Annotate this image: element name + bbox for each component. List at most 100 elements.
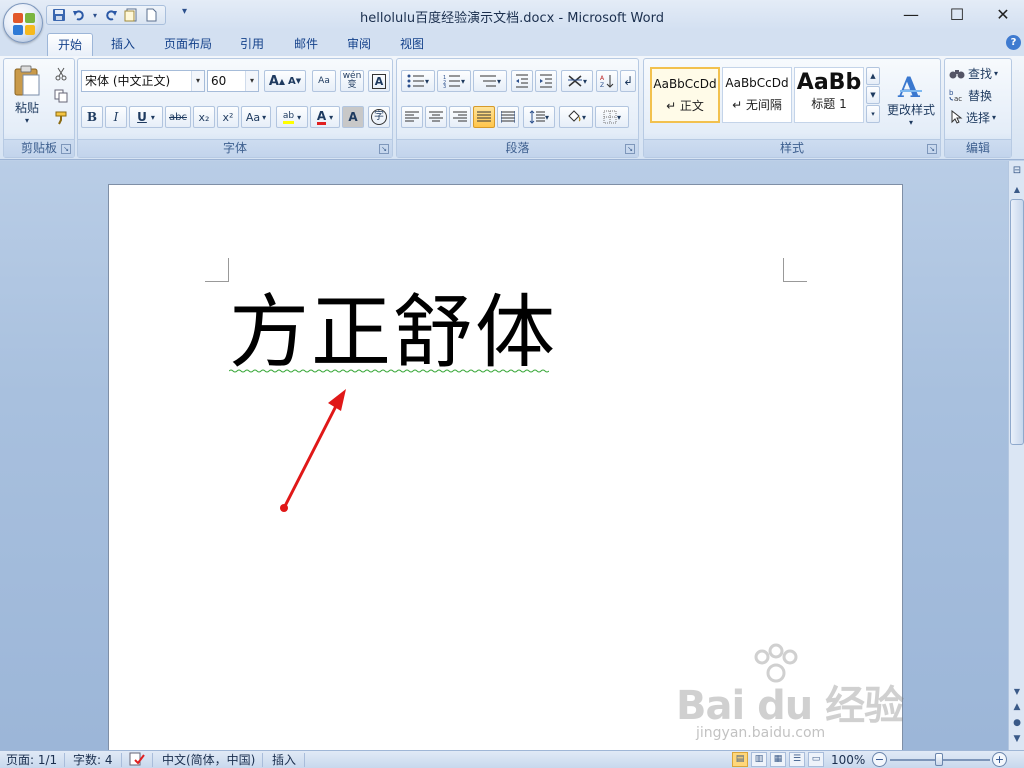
grow-font-button[interactable]: A xyxy=(269,74,279,89)
bullets-button[interactable]: ▾ xyxy=(401,70,435,92)
status-word-count[interactable]: 字数: 4 xyxy=(73,752,113,768)
justify-button[interactable] xyxy=(473,106,495,128)
undo-icon[interactable] xyxy=(71,7,87,23)
styles-more-button[interactable]: ▾ xyxy=(866,105,880,123)
tab-page-layout[interactable]: 页面布局 xyxy=(157,33,219,56)
cut-icon[interactable] xyxy=(52,65,70,83)
view-ruler-icon[interactable]: ⊟ xyxy=(1010,165,1024,179)
style-no-spacing[interactable]: AaBbCcDd ↵ 无间隔 xyxy=(722,67,792,123)
tab-references[interactable]: 引用 xyxy=(229,33,275,56)
font-size-combo[interactable]: 60 ▾ xyxy=(207,70,259,92)
font-dialog-launcher[interactable]: ↘ xyxy=(379,144,389,154)
borders-button[interactable]: ▾ xyxy=(595,106,629,128)
bold-button[interactable]: B xyxy=(81,106,103,128)
line-spacing-button[interactable]: ▾ xyxy=(523,106,555,128)
full-screen-reading-view-button[interactable]: ▥ xyxy=(751,752,767,767)
redo-icon[interactable] xyxy=(103,7,119,23)
print-layout-view-button[interactable]: ▤ xyxy=(732,752,748,767)
format-painter-icon[interactable] xyxy=(52,109,70,127)
tab-home[interactable]: 开始 xyxy=(47,33,93,56)
style-normal[interactable]: AaBbCcDd ↵ 正文 xyxy=(650,67,720,123)
styles-scroll-up-button[interactable]: ▲ xyxy=(866,67,880,85)
outline-view-button[interactable]: ☰ xyxy=(789,752,805,767)
align-center-button[interactable] xyxy=(425,106,447,128)
shading-button[interactable]: ▾ xyxy=(559,106,593,128)
superscript-button[interactable]: x² xyxy=(217,106,239,128)
office-button[interactable] xyxy=(3,3,43,43)
change-case-button[interactable]: Aa ▾ xyxy=(241,106,271,128)
font-color-button[interactable]: A ▾ xyxy=(310,106,340,128)
tab-review[interactable]: 审阅 xyxy=(336,33,382,56)
minimize-button[interactable]: — xyxy=(888,0,934,28)
undo-dropdown-icon[interactable]: ▾ xyxy=(91,7,99,23)
change-case-dropdown-icon[interactable]: ▾ xyxy=(262,113,266,122)
distributed-button[interactable] xyxy=(497,106,519,128)
next-page-button[interactable]: ▼ xyxy=(1011,733,1023,745)
clear-formatting-button[interactable]: Aa xyxy=(312,70,336,92)
styles-dialog-launcher[interactable]: ↘ xyxy=(927,144,937,154)
phonetic-guide-button[interactable]: wén 变 xyxy=(340,70,364,92)
status-insert-mode[interactable]: 插入 xyxy=(272,752,296,768)
close-button[interactable]: ✕ xyxy=(980,0,1024,28)
italic-button[interactable]: I xyxy=(105,106,127,128)
subscript-button[interactable]: x₂ xyxy=(193,106,215,128)
multilevel-list-button[interactable]: ▾ xyxy=(473,70,507,92)
zoom-level[interactable]: 100% xyxy=(831,752,865,768)
sort-button[interactable]: AZ xyxy=(596,70,618,92)
replace-button[interactable]: b ac 替换 xyxy=(949,85,1009,105)
text-direction-button[interactable]: ▾ xyxy=(561,70,593,92)
select-button[interactable]: 选择 ▾ xyxy=(949,107,1009,127)
scroll-down-button[interactable]: ▼ xyxy=(1010,685,1024,699)
proofing-icon[interactable] xyxy=(129,752,145,768)
copy-icon[interactable] xyxy=(52,87,70,105)
scroll-thumb[interactable] xyxy=(1010,199,1024,445)
enclose-characters-button[interactable]: 字 xyxy=(368,106,390,128)
save-icon[interactable] xyxy=(51,7,67,23)
vertical-scrollbar[interactable]: ⊟ ▲ ▼ ▲ ● ▼ xyxy=(1008,161,1024,750)
underline-dropdown-icon[interactable]: ▾ xyxy=(151,113,155,122)
customize-quick-access-icon[interactable]: ▾ xyxy=(182,6,192,22)
strikethrough-button[interactable]: abc xyxy=(165,106,191,128)
status-page[interactable]: 页面: 1/1 xyxy=(6,752,57,768)
decrease-indent-button[interactable] xyxy=(511,70,533,92)
shrink-font-button[interactable]: A xyxy=(288,76,296,87)
web-layout-view-button[interactable]: ▦ xyxy=(770,752,786,767)
new-document-icon[interactable] xyxy=(143,7,159,23)
show-marks-button[interactable]: ↲ xyxy=(620,70,636,92)
paragraph-dialog-launcher[interactable]: ↘ xyxy=(625,144,635,154)
font-size-dropdown-icon[interactable]: ▾ xyxy=(245,71,258,91)
find-button[interactable]: 查找 ▾ xyxy=(949,63,1009,83)
change-styles-button[interactable]: A 更改样式 ▾ xyxy=(884,63,938,135)
highlight-dropdown-icon[interactable]: ▾ xyxy=(297,113,301,122)
zoom-out-button[interactable]: − xyxy=(872,752,887,767)
character-shading-button[interactable]: A xyxy=(342,106,364,128)
font-group-label: 字体 xyxy=(78,139,392,157)
align-left-button[interactable] xyxy=(401,106,423,128)
zoom-slider-thumb[interactable] xyxy=(935,753,943,766)
open-document-icon[interactable] xyxy=(123,7,139,23)
tab-insert[interactable]: 插入 xyxy=(100,33,146,56)
maximize-button[interactable]: ☐ xyxy=(934,0,980,28)
font-color-dropdown-icon[interactable]: ▾ xyxy=(329,113,333,122)
highlight-button[interactable]: ab ▾ xyxy=(276,106,308,128)
zoom-in-button[interactable]: + xyxy=(992,752,1007,767)
styles-scroll-down-button[interactable]: ▼ xyxy=(866,86,880,104)
style-heading-1[interactable]: AaBb 标题 1 xyxy=(794,67,864,123)
clipboard-dialog-launcher[interactable]: ↘ xyxy=(61,144,71,154)
align-right-button[interactable] xyxy=(449,106,471,128)
help-icon[interactable]: ? xyxy=(1006,35,1021,50)
tab-mailings[interactable]: 邮件 xyxy=(283,33,329,56)
previous-page-button[interactable]: ▲ xyxy=(1011,701,1023,713)
font-name-dropdown-icon[interactable]: ▾ xyxy=(191,71,204,91)
font-name-combo[interactable]: 宋体 (中文正文) ▾ xyxy=(81,70,205,92)
character-border-button[interactable]: A xyxy=(368,70,390,92)
scroll-up-button[interactable]: ▲ xyxy=(1010,183,1024,197)
draft-view-button[interactable]: ▭ xyxy=(808,752,824,767)
tab-view[interactable]: 视图 xyxy=(389,33,435,56)
status-language[interactable]: 中文(简体，中国) xyxy=(162,752,255,768)
paste-button[interactable]: 粘贴 ▾ xyxy=(8,63,46,127)
numbering-button[interactable]: 1 2 3 ▾ xyxy=(437,70,471,92)
increase-indent-button[interactable] xyxy=(535,70,557,92)
select-browse-object-button[interactable]: ● xyxy=(1011,717,1023,729)
underline-button[interactable]: U ▾ xyxy=(129,106,163,128)
